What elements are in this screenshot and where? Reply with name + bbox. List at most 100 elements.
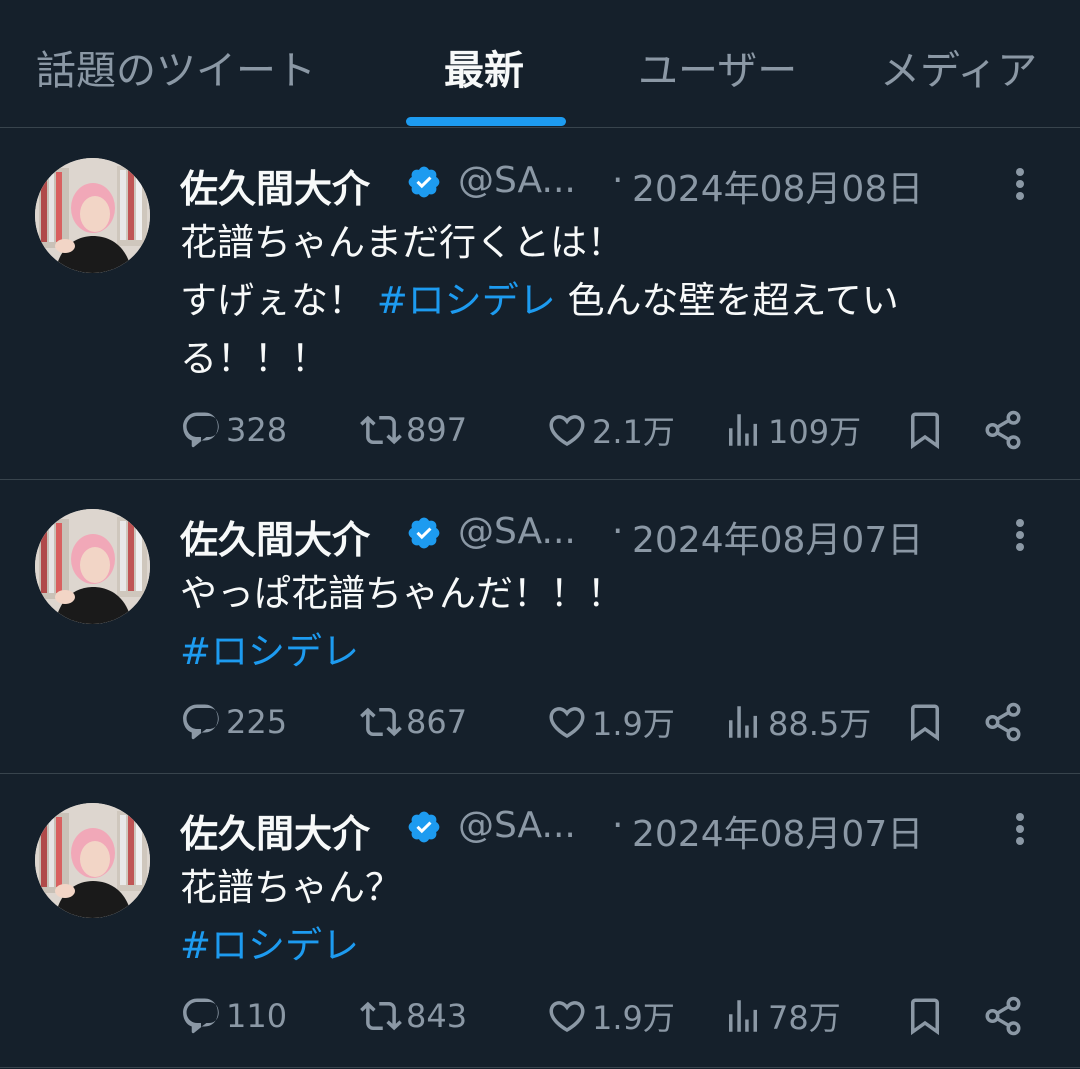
author-handle[interactable]: @SA... xyxy=(458,805,576,846)
tweet-header: 佐久間大介 @SA... · 2024年08月07日 xyxy=(180,799,1060,856)
tweet[interactable]: 佐久間大介 @SA... · 2024年08月08日 花譜ちゃんまだ行くとは！ す… xyxy=(0,130,1080,480)
tweet-text-line: 花譜ちゃんまだ行くとは！ xyxy=(180,214,1040,272)
avatar-photo-icon xyxy=(35,509,150,624)
active-tab-indicator xyxy=(406,117,566,126)
separator-dot: · xyxy=(612,511,624,552)
hashtag-link[interactable]: #ロシデレ xyxy=(180,924,359,967)
tweet-actions: 110 843 1.9万 78万 xyxy=(180,991,1040,1041)
retweet-count: 843 xyxy=(406,997,468,1035)
views-button[interactable]: 88.5万 xyxy=(722,697,871,747)
tab-media[interactable]: メディア xyxy=(880,38,1037,94)
tab-latest[interactable]: 最新 xyxy=(444,38,524,94)
tweet-actions: 328 897 2.1万 109万 xyxy=(180,405,1040,455)
tweet-text-line: #ロシデレ xyxy=(180,623,1040,681)
verified-badge-icon xyxy=(408,166,440,198)
retweet-icon xyxy=(360,707,402,737)
like-button[interactable]: 1.9万 xyxy=(546,991,675,1041)
separator-dot: · xyxy=(612,805,624,846)
tweet-text: やっぱ花譜ちゃんだ！！！ #ロシデレ xyxy=(180,565,1040,681)
reply-button[interactable]: 110 xyxy=(180,991,287,1041)
hashtag-link[interactable]: #ロシデレ xyxy=(377,279,556,322)
author-name[interactable]: 佐久間大介 xyxy=(180,509,370,564)
tweet-date[interactable]: 2024年08月07日 xyxy=(632,805,923,857)
reply-count: 225 xyxy=(226,703,288,741)
author-name[interactable]: 佐久間大介 xyxy=(180,803,370,858)
reply-button[interactable]: 225 xyxy=(180,697,287,747)
author-handle[interactable]: @SA... xyxy=(458,160,576,201)
separator-dot: · xyxy=(612,160,624,201)
hashtag-link[interactable]: #ロシデレ xyxy=(180,630,359,673)
retweet-icon xyxy=(360,1001,402,1031)
view-count: 88.5万 xyxy=(768,705,872,743)
tweet-header: 佐久間大介 @SA... · 2024年08月08日 xyxy=(180,154,1060,211)
retweet-count: 897 xyxy=(406,411,468,449)
text-segment: る！！！ xyxy=(180,337,328,380)
reply-count: 328 xyxy=(226,411,288,449)
avatar-photo-icon xyxy=(35,158,150,273)
reply-button[interactable]: 328 xyxy=(180,405,287,455)
retweet-button[interactable]: 867 xyxy=(360,697,467,747)
view-count: 78万 xyxy=(768,999,841,1037)
more-vertical-icon[interactable] xyxy=(1000,164,1040,204)
tweet[interactable]: 佐久間大介 @SA... · 2024年08月07日 やっぱ花譜ちゃんだ！！！ … xyxy=(0,481,1080,774)
verified-badge-icon xyxy=(408,811,440,843)
tweet-text-line: 花譜ちゃん？ xyxy=(180,859,1040,917)
more-vertical-icon[interactable] xyxy=(1000,809,1040,849)
avatar-photo-icon xyxy=(35,803,150,918)
views-chart-icon xyxy=(729,706,757,738)
tweet-text: 花譜ちゃん？ #ロシデレ xyxy=(180,859,1040,975)
bookmark-icon[interactable] xyxy=(904,995,946,1037)
like-button[interactable]: 1.9万 xyxy=(546,697,675,747)
views-button[interactable]: 109万 xyxy=(722,405,861,455)
tweet-text-line: すげぇな！ #ロシデレ 色んな壁を超えてい xyxy=(180,272,1040,330)
tweet-date[interactable]: 2024年08月07日 xyxy=(632,511,923,563)
verified-badge-icon xyxy=(408,517,440,549)
view-count: 109万 xyxy=(768,413,862,451)
retweet-count: 867 xyxy=(406,703,468,741)
share-icon[interactable] xyxy=(982,409,1024,451)
bookmark-icon[interactable] xyxy=(904,409,946,451)
heart-icon xyxy=(549,707,585,739)
author-name[interactable]: 佐久間大介 xyxy=(180,158,370,213)
reply-icon xyxy=(183,412,219,448)
text-segment: すげぇな！ xyxy=(180,279,377,322)
views-button[interactable]: 78万 xyxy=(722,991,841,1041)
share-icon[interactable] xyxy=(982,701,1024,743)
views-chart-icon xyxy=(729,1000,757,1032)
retweet-button[interactable]: 897 xyxy=(360,405,467,455)
avatar[interactable] xyxy=(35,509,150,624)
tweet-text-line: やっぱ花譜ちゃんだ！！！ xyxy=(180,565,1040,623)
tab-bar: 話題のツイート 最新 ユーザー メディア xyxy=(0,0,1080,128)
tweet-text-line: る！！！ xyxy=(180,330,1040,388)
share-icon[interactable] xyxy=(982,995,1024,1037)
views-chart-icon xyxy=(729,414,757,446)
reply-icon xyxy=(183,704,219,740)
retweet-button[interactable]: 843 xyxy=(360,991,467,1041)
text-segment: 花譜ちゃん？ xyxy=(180,866,402,909)
tweet[interactable]: 佐久間大介 @SA... · 2024年08月07日 花譜ちゃん？ #ロシデレ … xyxy=(0,775,1080,1068)
retweet-icon xyxy=(360,415,402,445)
bookmark-icon[interactable] xyxy=(904,701,946,743)
avatar[interactable] xyxy=(35,158,150,273)
like-button[interactable]: 2.1万 xyxy=(546,405,675,455)
like-count: 1.9万 xyxy=(592,999,675,1037)
tweet-date[interactable]: 2024年08月08日 xyxy=(632,160,923,212)
tab-users[interactable]: ユーザー xyxy=(638,38,797,94)
reply-count: 110 xyxy=(226,997,288,1035)
tweet-text: 花譜ちゃんまだ行くとは！ すげぇな！ #ロシデレ 色んな壁を超えている！！！ xyxy=(180,214,1040,388)
text-segment: 色んな壁を超えてい xyxy=(555,279,899,322)
more-vertical-icon[interactable] xyxy=(1000,515,1040,555)
reply-icon xyxy=(183,998,219,1034)
avatar[interactable] xyxy=(35,803,150,918)
tweet-text-line: #ロシデレ xyxy=(180,917,1040,975)
text-segment: 花譜ちゃんまだ行くとは！ xyxy=(180,221,624,264)
tweet-header: 佐久間大介 @SA... · 2024年08月07日 xyxy=(180,505,1060,562)
author-handle[interactable]: @SA... xyxy=(458,511,576,552)
tab-trending[interactable]: 話題のツイート xyxy=(36,38,316,94)
heart-icon xyxy=(549,415,585,447)
like-count: 2.1万 xyxy=(592,413,675,451)
tweet-actions: 225 867 1.9万 88.5万 xyxy=(180,697,1040,747)
like-count: 1.9万 xyxy=(592,705,675,743)
text-segment: やっぱ花譜ちゃんだ！！！ xyxy=(180,572,624,615)
heart-icon xyxy=(549,1001,585,1033)
